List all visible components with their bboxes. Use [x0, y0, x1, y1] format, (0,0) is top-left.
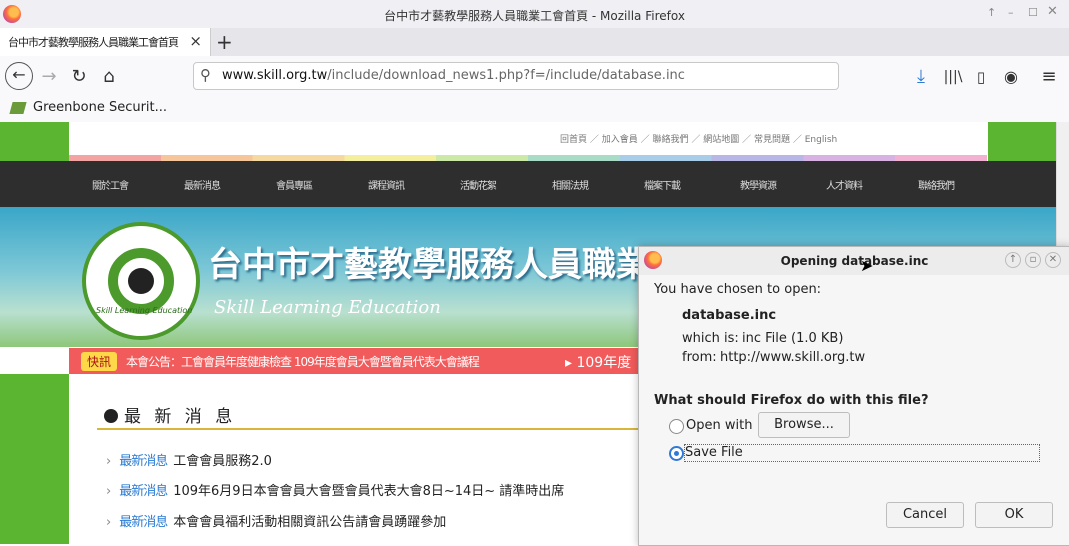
url-text[interactable]: www.skill.org.tw/include/download_news1.…: [222, 68, 685, 83]
green-decoration: [0, 374, 69, 544]
bullet-icon: [104, 409, 118, 423]
bookmark-greenbone[interactable]: Greenbone Securit...: [33, 100, 167, 115]
bookmarks-toolbar: Greenbone Securit...: [0, 96, 1069, 123]
chevron-right-icon: ›: [106, 484, 112, 499]
greenbone-icon: [9, 102, 27, 114]
green-decoration: [988, 122, 1056, 161]
top-link[interactable]: 聯絡我們: [653, 135, 689, 145]
account-icon[interactable]: ◉: [998, 64, 1024, 90]
site-subtitle: Skill Learning Education: [214, 297, 441, 318]
dialog-up-icon[interactable]: ↑: [1005, 252, 1021, 268]
news-ticker: 快訊 本會公告：工會會員年度健康檢查 109年度會員大會暨會員代表大會議程 ▸ …: [69, 348, 669, 374]
chevron-right-icon: ›: [106, 515, 112, 530]
site-title: 台中市才藝教學服務人員職業: [208, 245, 650, 285]
news-item[interactable]: › 最新消息 本會會員福利活動相關資訊公告請會員踴躍參加: [106, 511, 446, 530]
window-titlebar: 台中市才藝教學服務人員職業工會首頁 - Mozilla Firefox ↑ – …: [0, 0, 1069, 28]
menu-item[interactable]: 檔案下載: [644, 177, 681, 192]
file-type-label: which is:: [682, 331, 739, 346]
green-decoration: [0, 122, 69, 161]
menu-item[interactable]: 教學資源: [740, 177, 777, 192]
firefox-logo-icon: [3, 5, 21, 23]
ticker-tag: 快訊: [81, 352, 118, 371]
tab-close-icon[interactable]: ×: [189, 32, 202, 50]
file-source-label: from:: [682, 350, 717, 365]
window-title: 台中市才藝教學服務人員職業工會首頁 - Mozilla Firefox: [384, 9, 685, 23]
ok-button[interactable]: OK: [975, 502, 1053, 528]
url-bar[interactable]: ⚲ www.skill.org.tw/include/download_news…: [193, 62, 839, 90]
menu-icon[interactable]: ≡: [1036, 64, 1062, 90]
reload-button[interactable]: ↻: [66, 64, 92, 90]
downloads-icon[interactable]: ⤓: [908, 64, 934, 90]
mouse-cursor-icon: ➤: [860, 256, 874, 275]
tab-active[interactable]: 台中市才藝教學服務人員職業工會首頁 ×: [0, 28, 211, 56]
menu-item[interactable]: 相關法規: [552, 177, 589, 192]
dialog-titlebar: Opening database.inc ↑ ▫ ✕: [639, 247, 1069, 275]
top-link[interactable]: 常見問題: [754, 135, 790, 145]
top-links: 回首頁 ／ 加入會員 ／ 聯絡我們 ／ 網站地圖 ／ 常見問題 ／ Englis…: [560, 135, 838, 145]
save-file-radio[interactable]: [669, 446, 684, 461]
cancel-button[interactable]: Cancel: [886, 502, 964, 528]
library-icon[interactable]: |||\: [940, 64, 966, 90]
menu-item[interactable]: 活動花絮: [460, 177, 497, 192]
menu-item[interactable]: 人才資料: [826, 177, 863, 192]
back-button[interactable]: ←: [5, 62, 33, 90]
logo-dot: [128, 268, 154, 294]
logo-text: Skill Learning Education: [96, 306, 193, 315]
ticker-text-2[interactable]: ▸ 109年度: [565, 352, 631, 372]
file-type-value: inc File (1.0 KB): [742, 331, 844, 346]
dialog-question: What should Firefox do with this file?: [654, 393, 929, 408]
menu-item[interactable]: 最新消息: [184, 177, 221, 192]
tab-title: 台中市才藝教學服務人員職業工會首頁: [8, 36, 179, 49]
top-link[interactable]: 回首頁: [560, 135, 587, 145]
top-link[interactable]: 網站地圖: [703, 135, 739, 145]
dialog-filename: database.inc: [682, 308, 777, 323]
menu-item[interactable]: 關於工會: [92, 177, 129, 192]
news-heading: 最 新 消 息: [104, 402, 236, 427]
site-menu: 關於工會 最新消息 會員專區 課程資訊 活動花絮 相關法規 檔案下載 教學資源 …: [0, 161, 1056, 207]
divider: [97, 428, 657, 430]
menu-item[interactable]: 會員專區: [276, 177, 313, 192]
maximize-button[interactable]: ☐: [1028, 6, 1038, 19]
close-window-button[interactable]: ✕: [1047, 4, 1058, 19]
minimize-button[interactable]: –: [1008, 6, 1014, 19]
open-with-radio[interactable]: [669, 419, 684, 434]
news-item[interactable]: › 最新消息 工會會員服務2.0: [106, 450, 272, 469]
file-source-value: http://www.skill.org.tw: [720, 350, 866, 365]
dialog-close-button[interactable]: ✕: [1045, 252, 1061, 268]
new-tab-button[interactable]: +: [216, 30, 233, 54]
dialog-intro: You have chosen to open:: [654, 282, 822, 297]
ticker-text[interactable]: 本會公告：工會會員年度健康檢查 109年度會員大會暨會員代表大會議程: [126, 353, 480, 370]
chevron-right-icon: ›: [106, 454, 112, 469]
save-file-label[interactable]: Save File: [684, 444, 1040, 462]
site-logo[interactable]: Skill Learning Education: [82, 222, 200, 340]
news-item[interactable]: › 最新消息 109年6月9日本會會員大會暨會員代表大會8日~14日~ 請準時出席: [106, 480, 564, 499]
top-link[interactable]: 加入會員: [602, 135, 638, 145]
top-link[interactable]: English: [805, 135, 838, 145]
window-up-icon[interactable]: ↑: [987, 6, 996, 19]
search-icon: ⚲: [200, 66, 211, 84]
sidebar-icon[interactable]: ▯: [968, 64, 994, 90]
menu-item[interactable]: 聯絡我們: [918, 177, 955, 192]
dialog-maximize-button[interactable]: ▫: [1025, 252, 1041, 268]
home-button[interactable]: ⌂: [96, 64, 122, 90]
menu-item[interactable]: 課程資訊: [368, 177, 405, 192]
download-dialog: Opening database.inc ↑ ▫ ✕ You have chos…: [638, 246, 1069, 546]
forward-button[interactable]: →: [36, 64, 62, 90]
open-with-label[interactable]: Open with: [686, 418, 752, 433]
browse-button[interactable]: Browse...: [758, 412, 850, 438]
